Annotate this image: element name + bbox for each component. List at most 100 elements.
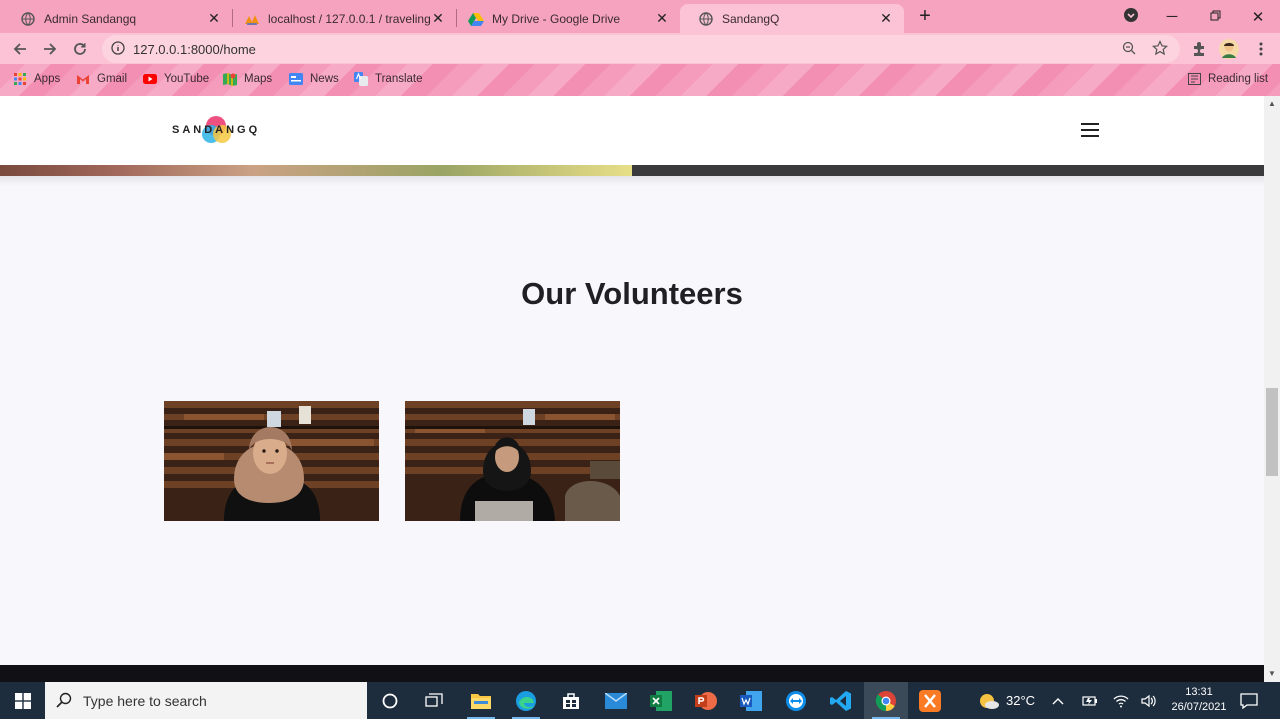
edge-icon (516, 690, 536, 711)
reading-list-label: Reading list (1208, 73, 1269, 85)
vscode-button[interactable] (819, 682, 863, 719)
bookmark-translate[interactable]: Translate (354, 72, 423, 86)
scroll-up-arrow-icon[interactable]: ▲ (1264, 96, 1280, 112)
volunteer-photo-2[interactable] (405, 401, 620, 521)
browser-toolbar: 127.0.0.1:8000/home (0, 33, 1280, 64)
bookmarks-bar: Apps Gmail YouTube Maps News Translate R… (0, 64, 1280, 96)
kebab-menu-icon (1259, 42, 1263, 56)
back-button[interactable] (8, 37, 32, 61)
info-icon[interactable] (111, 41, 125, 60)
minimize-icon: ─ (1166, 8, 1178, 25)
tab-google-drive[interactable]: My Drive - Google Drive ✕ (450, 4, 680, 33)
footer-edge (0, 665, 1264, 682)
bookmark-label: Translate (375, 73, 423, 85)
page-scrollbar[interactable]: ▲ ▼ (1264, 96, 1280, 682)
bookmark-maps[interactable]: Maps (223, 72, 272, 86)
browser-menu-button[interactable] (1250, 38, 1272, 60)
minimize-button[interactable]: ─ (1150, 0, 1194, 33)
mail-icon (605, 692, 627, 709)
bookmark-label: News (310, 73, 339, 85)
site-logo[interactable]: SANDANGQ (172, 116, 272, 146)
file-explorer-button[interactable] (459, 682, 503, 719)
zoom-icon[interactable] (1122, 41, 1136, 60)
teamviewer-button[interactable] (774, 682, 818, 719)
word-button[interactable] (729, 682, 773, 719)
cortana-icon (382, 693, 398, 708)
bookmark-youtube[interactable]: YouTube (143, 72, 209, 86)
tab-title: SandangQ (722, 11, 780, 26)
apps-grid-icon (13, 72, 27, 86)
new-tab-button[interactable]: + (914, 5, 936, 27)
network-indicator[interactable] (1113, 682, 1129, 719)
bookmark-gmail[interactable]: Gmail (76, 72, 127, 86)
system-clock[interactable]: 13:31 26/07/2021 (1162, 685, 1236, 715)
close-tab-icon[interactable]: ✕ (878, 10, 894, 27)
address-bar[interactable]: 127.0.0.1:8000/home (102, 35, 1180, 63)
scroll-down-arrow-icon[interactable]: ▼ (1264, 666, 1280, 682)
search-icon (56, 692, 72, 713)
phpmyadmin-icon (244, 11, 260, 27)
web-page: SANDANGQ Our Volunteers (0, 96, 1264, 682)
reading-list-icon (1187, 72, 1201, 86)
task-view-button[interactable] (412, 682, 456, 719)
browser-tab-strip: Admin Sandangq ✕ localhost / 127.0.0.1 /… (0, 0, 1280, 33)
bookmark-news[interactable]: News (289, 72, 339, 86)
chrome-button[interactable] (864, 682, 908, 719)
close-window-button[interactable]: ✕ (1236, 0, 1280, 33)
bookmark-apps[interactable]: Apps (13, 72, 60, 86)
notification-icon (1240, 692, 1258, 709)
tab-sandangq[interactable]: SandangQ ✕ (680, 4, 904, 33)
arrow-left-icon (13, 43, 26, 55)
cortana-button[interactable] (368, 682, 412, 719)
battery-charging-icon (1082, 695, 1097, 706)
tab-admin-sandangq[interactable]: Admin Sandangq ✕ (2, 4, 232, 33)
start-button[interactable] (0, 682, 45, 719)
reading-list-button[interactable]: Reading list (1187, 72, 1268, 86)
battery-indicator[interactable] (1082, 682, 1098, 719)
action-center-button[interactable] (1240, 682, 1258, 719)
show-hidden-icons-button[interactable] (1052, 682, 1064, 719)
restore-icon (1210, 8, 1221, 25)
youtube-icon (143, 72, 157, 86)
chrome-icon (875, 690, 896, 711)
profile-button[interactable] (1218, 38, 1240, 60)
maps-icon (223, 72, 237, 86)
reload-icon (74, 43, 86, 55)
close-icon: ✕ (1251, 8, 1265, 26)
mail-button[interactable] (594, 682, 638, 719)
tab-search-button[interactable] (1109, 0, 1153, 33)
volume-indicator[interactable] (1141, 682, 1157, 719)
gmail-icon (76, 72, 90, 86)
restore-button[interactable] (1193, 0, 1237, 33)
tab-title: Admin Sandangq (44, 11, 137, 26)
bookmark-label: YouTube (164, 73, 210, 85)
bookmark-star-icon[interactable] (1152, 40, 1168, 61)
tab-phpmyadmin[interactable]: localhost / 127.0.0.1 / travelingku ✕ (226, 4, 456, 33)
bookmark-label: Gmail (97, 73, 128, 85)
excel-button[interactable] (639, 682, 683, 719)
close-tab-icon[interactable]: ✕ (206, 10, 222, 27)
store-button[interactable] (549, 682, 593, 719)
puzzle-icon (1194, 42, 1204, 56)
globe-icon (20, 11, 36, 27)
volunteer-photo-1[interactable] (164, 401, 379, 521)
xampp-button[interactable] (908, 682, 952, 719)
powerpoint-button[interactable] (684, 682, 728, 719)
hamburger-menu-icon[interactable] (1081, 123, 1099, 137)
taskbar-search-box[interactable]: Type here to search (45, 682, 367, 719)
scrollbar-thumb[interactable] (1266, 388, 1278, 476)
close-tab-icon[interactable]: ✕ (430, 10, 446, 27)
google-drive-icon (468, 11, 484, 27)
vscode-icon (830, 690, 851, 711)
weather-widget[interactable]: 32°C (978, 682, 1035, 719)
extensions-button[interactable] (1188, 38, 1210, 60)
windows-taskbar: Type here to search 32°C 13:31 26/07/202… (0, 682, 1280, 719)
word-icon (740, 690, 762, 711)
edge-button[interactable] (504, 682, 548, 719)
excel-icon (650, 690, 672, 711)
close-tab-icon[interactable]: ✕ (654, 10, 670, 27)
tab-title: My Drive - Google Drive (492, 11, 621, 26)
reload-button[interactable] (68, 37, 92, 61)
windows-logo-icon (14, 692, 31, 709)
forward-button[interactable] (38, 37, 62, 61)
